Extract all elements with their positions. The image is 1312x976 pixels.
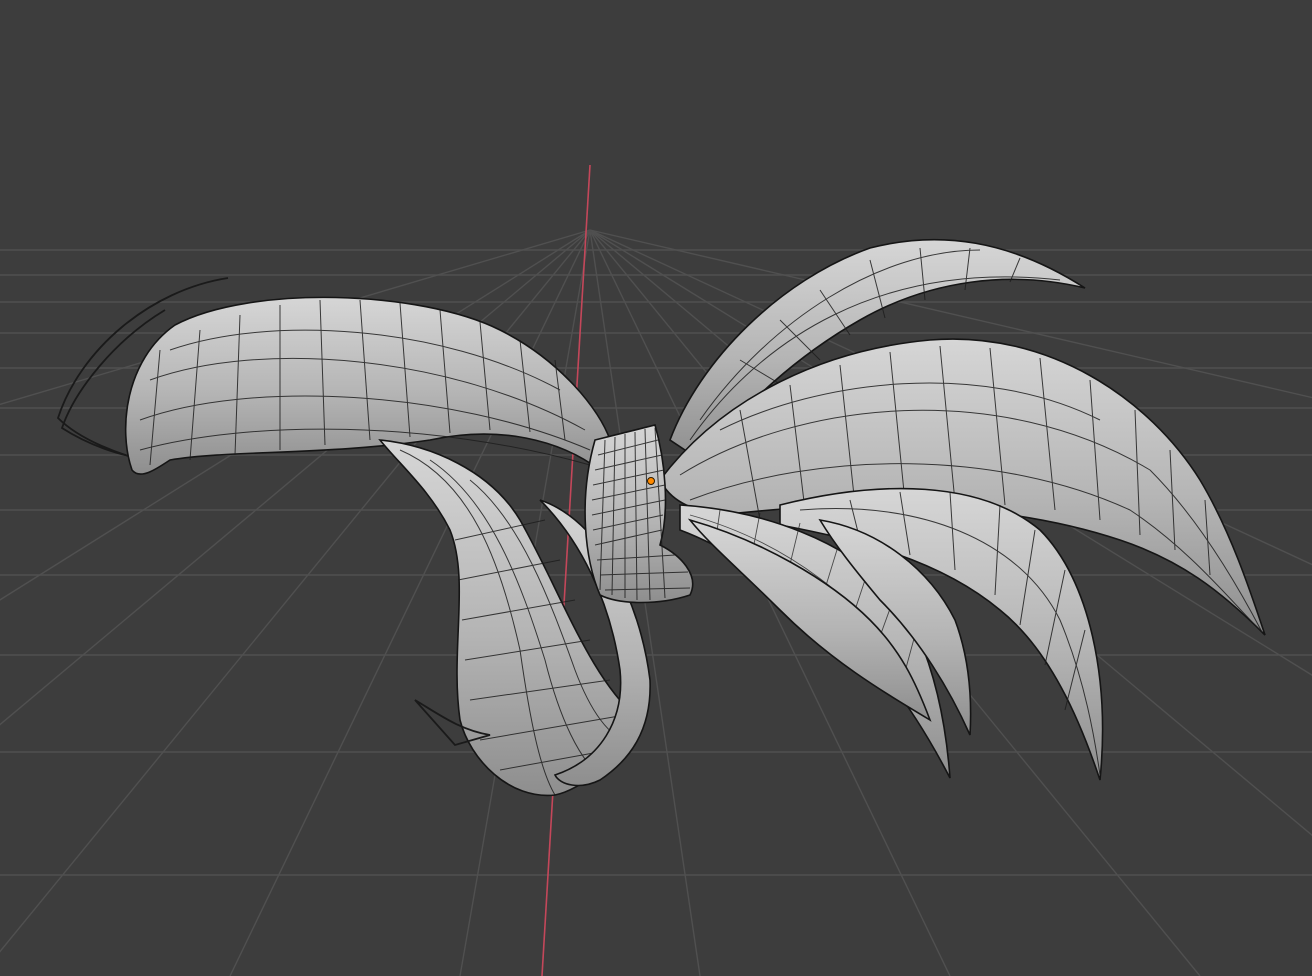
hair-tie-band[interactable] bbox=[584, 424, 694, 604]
viewport-canvas[interactable] bbox=[0, 0, 1312, 976]
object-origin[interactable] bbox=[647, 477, 655, 485]
x-axis-line bbox=[541, 164, 591, 976]
3d-viewport[interactable] bbox=[0, 0, 1312, 976]
strand-upper-left bbox=[124, 296, 611, 475]
